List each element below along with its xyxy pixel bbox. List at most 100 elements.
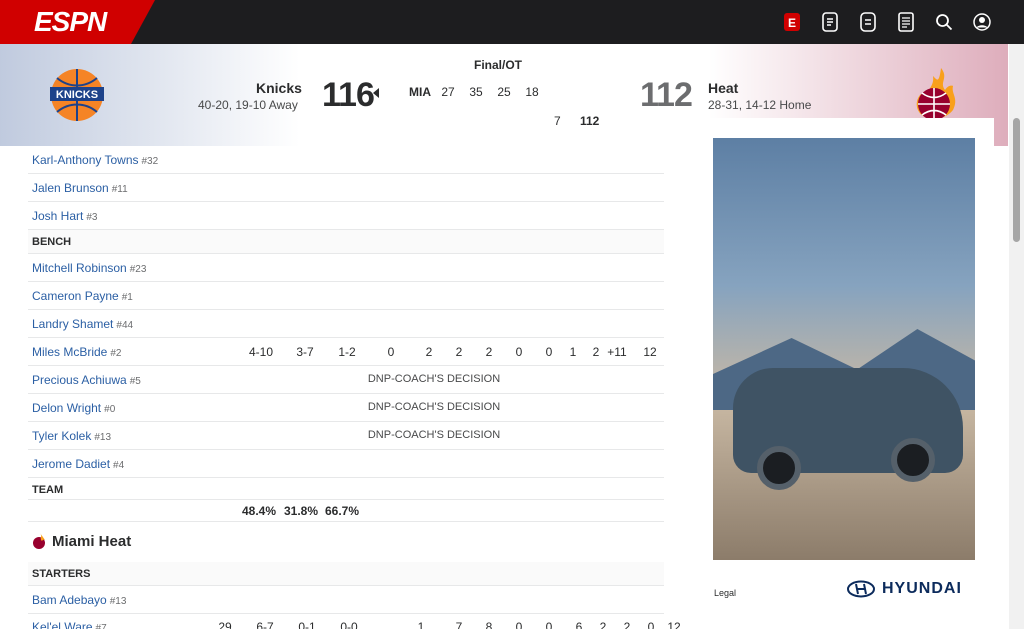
stat-fg: 6-7 <box>256 620 274 629</box>
linescore-cell: 25 <box>497 85 511 99</box>
player-link[interactable]: Bam Adebayo #13 <box>32 593 126 607</box>
table-row: Landry Shamet #44 <box>28 310 664 338</box>
dnp-status: DNP-COACH'S DECISION <box>367 401 501 413</box>
stat-ast: 2 <box>485 345 493 359</box>
player-link[interactable]: Josh Hart #3 <box>32 209 97 223</box>
player-number: #13 <box>109 596 127 607</box>
player-link[interactable]: Tyler Kolek #13 <box>32 429 111 443</box>
table-row: Josh Hart #3 <box>28 202 664 230</box>
stat-oreb: 0 <box>387 345 395 359</box>
table-row: Kel'el Ware #7 29 6-7 0-1 0-0 1 7 8 0 0 6… <box>28 614 681 629</box>
bench-label: BENCH <box>32 236 72 248</box>
scrollbar-thumb[interactable] <box>1013 118 1020 242</box>
ad-legal-link[interactable]: Legal <box>714 588 736 598</box>
team-label: TEAM <box>32 484 64 496</box>
table-row: Precious Achiuwa #5 DNP-COACH'S DECISION <box>28 366 664 394</box>
player-name[interactable]: Bam Adebayo <box>32 593 107 607</box>
knicks-logo[interactable]: KNICKS <box>40 58 114 132</box>
stat-pts: 12 <box>643 345 657 359</box>
stat-reb: 2 <box>455 345 463 359</box>
table-row: Tyler Kolek #13 DNP-COACH'S DECISION <box>28 422 664 450</box>
player-number: #5 <box>129 376 141 387</box>
table-row: Bam Adebayo #13 <box>28 586 664 614</box>
table-row: Delon Wright #0 DNP-COACH'S DECISION <box>28 394 664 422</box>
player-link[interactable]: Delon Wright #0 <box>32 401 115 415</box>
search-icon[interactable] <box>932 10 956 34</box>
player-link[interactable]: Miles McBride #2 <box>32 345 121 359</box>
starters-section-header: STARTERS <box>28 562 664 586</box>
away-score: 116 <box>322 76 375 114</box>
watch-icon[interactable] <box>818 10 842 34</box>
player-number: #7 <box>95 623 107 629</box>
player-link[interactable]: Jalen Brunson #11 <box>32 181 128 195</box>
stat-ast: 0 <box>515 620 523 629</box>
svg-text:KNICKS: KNICKS <box>56 89 98 101</box>
player-link[interactable]: Karl-Anthony Towns #32 <box>32 153 158 167</box>
player-number: #0 <box>104 404 116 415</box>
player-link[interactable]: Mitchell Robinson #23 <box>32 261 146 275</box>
player-name[interactable]: Kel'el Ware <box>32 620 93 629</box>
scores-icon[interactable] <box>894 10 918 34</box>
stat-dreb: 2 <box>425 345 433 359</box>
player-name[interactable]: Tyler Kolek <box>32 429 91 443</box>
player-name[interactable]: Karl-Anthony Towns <box>32 153 139 167</box>
player-number: #11 <box>111 184 128 195</box>
player-number: #3 <box>86 212 98 223</box>
player-name[interactable]: Jerome Dadiet <box>32 457 110 471</box>
linescore-label: MIA <box>409 85 431 99</box>
player-link[interactable]: Landry Shamet #44 <box>32 317 133 331</box>
espn-plus-icon[interactable]: E <box>780 10 804 34</box>
home-team-name[interactable]: Heat <box>708 80 738 96</box>
linescore: MIA 27 35 25 18 <box>408 80 544 100</box>
player-name[interactable]: Josh Hart <box>32 209 83 223</box>
dnp-status: DNP-COACH'S DECISION <box>367 373 501 385</box>
stat-fg: 4-10 <box>248 345 274 359</box>
player-number: #4 <box>113 460 125 471</box>
stat-plus-minus: +11 <box>607 345 627 359</box>
hyundai-logo[interactable]: HYUNDAI <box>846 580 962 598</box>
player-name[interactable]: Miles McBride <box>32 345 107 359</box>
page-scrollbar[interactable] <box>1009 44 1024 629</box>
starters-label: STARTERS <box>32 568 91 580</box>
stat-3pt: 0-1 <box>298 620 316 629</box>
ad-brand-text: HYUNDAI <box>882 580 962 597</box>
stat-stl: 0 <box>545 620 553 629</box>
away-team-name[interactable]: Knicks <box>256 80 302 96</box>
advertisement[interactable]: Legal HYUNDAI <box>696 118 994 616</box>
player-name[interactable]: Delon Wright <box>32 401 101 415</box>
player-name[interactable]: Precious Achiuwa <box>32 373 127 387</box>
stat-3pt: 3-7 <box>296 345 314 359</box>
bench-section-header: BENCH <box>28 230 664 254</box>
app-root: ESPN E KNICKS Knicks 40-20, 19-10 Away 1… <box>0 0 1024 629</box>
top-navigation: ESPN E <box>0 0 1024 44</box>
player-link[interactable]: Precious Achiuwa #5 <box>32 373 141 387</box>
profile-icon[interactable] <box>970 10 994 34</box>
linescore-cell: 35 <box>469 85 483 99</box>
listen-icon[interactable] <box>856 10 880 34</box>
team-totals-row: TEAM <box>28 478 664 500</box>
espn-logo[interactable]: ESPN <box>0 0 155 44</box>
player-link[interactable]: Kel'el Ware #7 <box>32 620 107 629</box>
pct-ft: 66.7% <box>324 504 360 518</box>
player-number: #44 <box>116 320 134 331</box>
hyundai-emblem-icon <box>847 580 875 598</box>
player-number: #32 <box>141 156 159 167</box>
player-number: #2 <box>110 348 122 359</box>
home-team-section-title: Miami Heat <box>52 533 132 550</box>
player-link[interactable]: Cameron Payne #1 <box>32 289 133 303</box>
player-link[interactable]: Jerome Dadiet #4 <box>32 457 124 471</box>
stat-reb: 8 <box>485 620 493 629</box>
linescore-cell: 18 <box>525 85 539 99</box>
player-name[interactable]: Jalen Brunson <box>32 181 109 195</box>
pct-fg: 48.4% <box>241 504 277 518</box>
espn-logo-text: ESPN <box>34 6 107 37</box>
ad-car-image[interactable] <box>713 138 975 560</box>
ad-wheel-front <box>757 446 801 490</box>
winner-arrow-icon <box>373 88 379 98</box>
player-name[interactable]: Mitchell Robinson <box>32 261 127 275</box>
table-row: Cameron Payne #1 <box>28 282 664 310</box>
player-number: #13 <box>94 432 112 443</box>
player-name[interactable]: Cameron Payne <box>32 289 119 303</box>
player-name[interactable]: Landry Shamet <box>32 317 113 331</box>
linescore-cell: 27 <box>441 85 455 99</box>
